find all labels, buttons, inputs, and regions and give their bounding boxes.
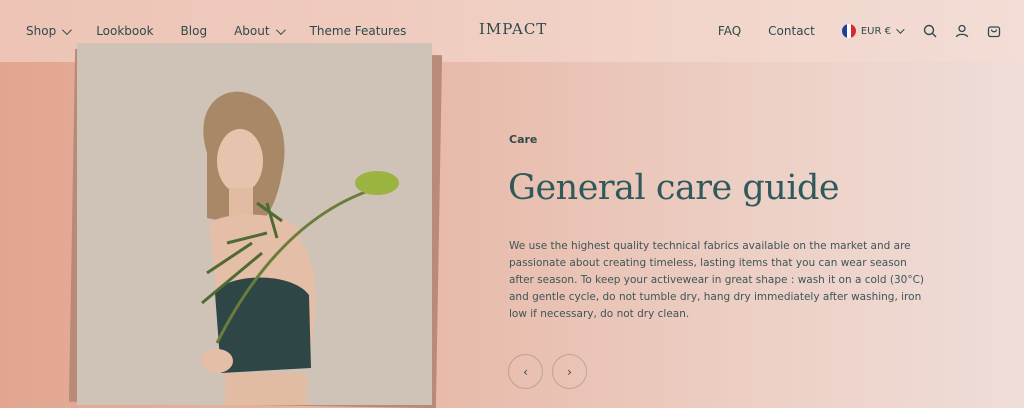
chevron-down-icon <box>275 24 286 35</box>
site-logo[interactable]: IMPACT <box>479 20 547 38</box>
nav-contact[interactable]: Contact <box>768 24 815 38</box>
nav-about-label: About <box>234 24 270 38</box>
secondary-nav: FAQ Contact EUR € <box>718 0 1024 62</box>
slide-title: General care guide <box>508 168 840 208</box>
nav-lookbook-label: Lookbook <box>96 24 154 38</box>
slide-description: We use the highest quality technical fab… <box>509 240 924 320</box>
currency-selector[interactable]: EUR € <box>841 24 905 38</box>
chevron-left-icon: ‹ <box>523 364 528 379</box>
nav-about[interactable]: About <box>234 24 286 38</box>
nav-theme-features-label: Theme Features <box>309 24 407 38</box>
chevron-down-icon <box>896 25 905 34</box>
slide-eyebrow: Care <box>509 133 538 146</box>
account-icon[interactable] <box>954 23 970 39</box>
nav-theme-features[interactable]: Theme Features <box>310 24 407 38</box>
cart-icon[interactable] <box>986 23 1002 39</box>
search-icon[interactable] <box>922 23 938 39</box>
next-slide-button[interactable]: › <box>552 354 587 389</box>
france-flag-icon <box>841 24 856 38</box>
currency-label: EUR € <box>860 25 891 37</box>
nav-blog[interactable]: Blog <box>181 24 208 38</box>
nav-blog-label: Blog <box>180 24 208 38</box>
nav-lookbook[interactable]: Lookbook <box>96 24 153 38</box>
chevron-down-icon <box>62 24 73 35</box>
nav-shop[interactable]: Shop <box>26 24 73 38</box>
chevron-right-icon: › <box>567 364 572 379</box>
hero-image <box>77 43 432 405</box>
nav-shop-label: Shop <box>26 24 57 38</box>
nav-faq[interactable]: FAQ <box>718 24 741 38</box>
prev-slide-button[interactable]: ‹ <box>508 354 543 389</box>
